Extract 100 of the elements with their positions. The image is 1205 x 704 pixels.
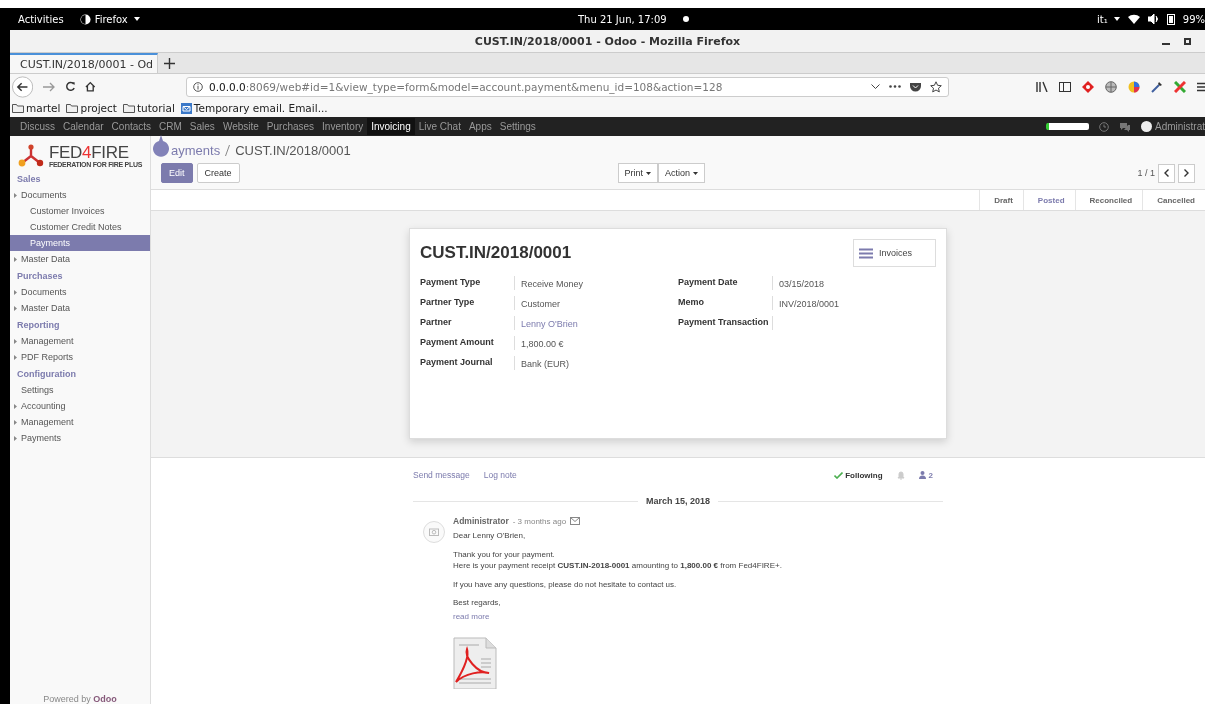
sidebar-icon[interactable] [1059,81,1071,92]
field-value: 1,800.00 € [521,339,564,349]
app-menu-item[interactable]: Contacts [107,118,156,135]
previous-button[interactable] [1158,163,1175,183]
pdf-file-icon[interactable] [453,636,497,689]
dropdown-button[interactable]: Action [658,163,706,183]
submenu-item[interactable]: Payments [10,235,150,251]
caret-icon [14,338,17,344]
app-menu-item[interactable]: Discuss [16,118,59,135]
info-icon[interactable] [193,81,204,92]
avatar-icon [423,521,445,543]
powered-by-text: Powered by Odoo [42,694,118,704]
app-menu-item[interactable]: CRM [155,118,186,135]
user-menu[interactable]: Administrat [1141,121,1205,132]
address-bar[interactable]: 0.0.0.0:8069/web#id=1&view_type=form&model=account.payment&menu_id=108&action=128 [186,76,949,97]
maximize-icon[interactable] [1184,37,1191,45]
following-button[interactable]: Following [834,470,883,480]
app-menu-item[interactable]: Apps [464,118,496,135]
chat-icon[interactable] [1119,121,1131,132]
menu-item[interactable]: Master Data [10,300,150,316]
app-menu-item[interactable]: Website [218,118,263,135]
submenu-item[interactable]: Customer Invoices [10,203,150,219]
menu-item[interactable]: Accounting [10,398,150,414]
date-separator: March 15, 2018 [646,496,711,506]
home-icon[interactable] [85,81,97,92]
followers-button[interactable]: 2 [918,470,933,480]
breadcrumb-current: CUST.IN/2018/0001 [235,142,351,158]
status-step[interactable]: Reconciled [1074,190,1143,210]
activities-button[interactable]: Activities [18,13,64,25]
globe-icon[interactable] [1105,80,1117,93]
submenu-item[interactable]: Customer Credit Notes [10,219,150,235]
chatter-action-link[interactable]: Log note [483,470,517,480]
more-icon[interactable] [889,85,901,88]
caret-icon [14,256,17,262]
caret-icon [14,419,17,425]
reload-icon[interactable] [64,81,76,92]
caret-icon [14,403,17,409]
edit-button[interactable]: Edit [161,163,193,183]
breadcrumb-link[interactable]: ayments [171,142,221,158]
partner-link[interactable]: Lenny O'Brien [521,319,578,329]
menu-item[interactable]: Master Data [10,251,150,267]
app-menu-item[interactable]: Inventory [318,118,368,135]
next-button[interactable] [1178,163,1195,183]
status-step[interactable]: Cancelled [1142,190,1205,210]
bookmark[interactable]: Temporary email. Email... [180,102,328,114]
menu-item[interactable]: Payments [10,430,150,446]
cross-icon[interactable] [1174,80,1186,93]
app-menu-item[interactable]: Sales [185,118,219,135]
library-icon[interactable] [1036,81,1048,92]
keyboard-layout[interactable]: it₁ [1097,13,1120,25]
chevron-down-icon[interactable] [871,83,880,90]
odoo-link[interactable]: Odoo [93,694,117,704]
browser-tab[interactable]: CUST.IN/2018/0001 - Od [10,53,158,73]
menu-item[interactable]: Settings [10,382,150,398]
extension-icon[interactable] [1082,80,1094,93]
field-value: INV/2018/0001 [779,299,840,309]
menu-icon[interactable] [1197,81,1205,92]
color-wheel-icon[interactable] [1128,80,1140,93]
pocket-icon[interactable] [910,81,921,92]
menu-item[interactable]: PDF Reports [10,349,150,365]
field-value: Customer [521,299,560,309]
menu-item[interactable]: Management [10,333,150,349]
app-menu[interactable]: Firefox [77,13,140,25]
field-value: Receive Money [521,279,584,289]
new-tab-icon[interactable] [164,57,175,69]
app-menu-item[interactable]: Purchases [262,118,319,135]
caret-icon [14,289,17,295]
clock[interactable]: Thu 21 Jun, 17:09 [578,13,667,25]
star-icon[interactable] [930,80,942,93]
chatter-action-link[interactable]: Send message [413,470,470,480]
invoices-button[interactable]: Invoices [853,239,936,267]
create-button[interactable]: Create [196,163,240,183]
message-paragraph: Best regards, [453,597,502,609]
message-author[interactable]: Administrator [453,516,509,526]
caret-icon [646,171,652,175]
status-step[interactable]: Draft [979,190,1023,210]
caret-icon [693,171,699,175]
clock-icon[interactable] [1099,121,1109,132]
folder-icon [66,103,79,113]
menu-item[interactable]: Documents [10,187,150,203]
pager-value: 1 / 1 [1137,168,1155,178]
menu-section-title: Sales [16,173,42,186]
menu-item[interactable]: Documents [10,284,150,300]
message-paragraph: Thank you for your payment. Here is your payment receipt CUST.IN-2018-0001 amounting to 1,800.00 € from Fed4FIRE+. [453,548,782,572]
eyedropper-icon[interactable] [1151,80,1163,93]
back-icon[interactable] [12,75,34,98]
app-menu-item[interactable]: Calendar [59,118,108,135]
menu-item[interactable]: Management [10,414,150,430]
app-menu-item[interactable]: Invoicing [367,118,415,135]
forward-icon[interactable] [43,81,55,92]
status-step[interactable]: Posted [1022,190,1075,210]
read-more-link[interactable]: read more [453,611,782,621]
app-menu-item[interactable]: Live Chat [414,118,465,135]
menu-section-title: Reporting [16,319,61,332]
bookmark[interactable]: project [66,102,117,114]
dropdown-button[interactable]: Print [617,163,659,183]
app-menu-item[interactable]: Settings [495,118,540,135]
bookmark[interactable]: martel [12,102,61,114]
avatar-icon [1141,121,1152,132]
bookmark[interactable]: tutorial [122,102,175,114]
